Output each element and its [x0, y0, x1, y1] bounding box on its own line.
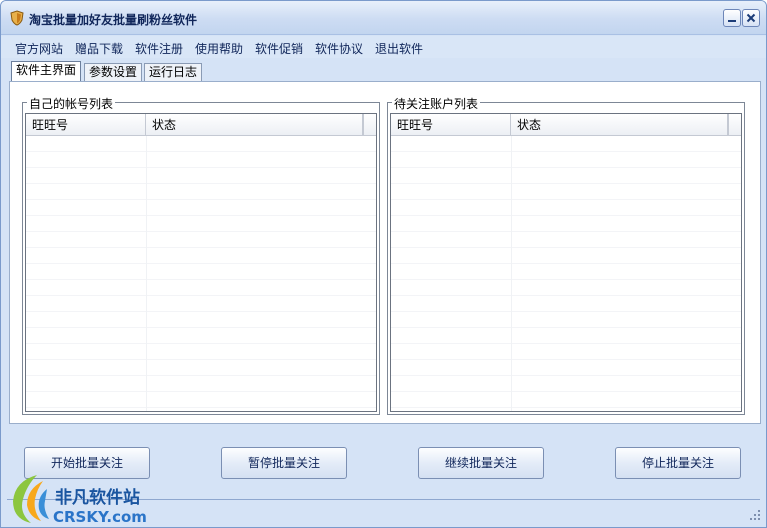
- target-accounts-rows: [391, 136, 741, 411]
- window-title: 淘宝批量加好友批量刷粉丝软件: [29, 13, 198, 27]
- resize-grip-icon[interactable]: [749, 509, 761, 521]
- menu-exit[interactable]: 退出软件: [375, 40, 423, 57]
- own-accounts-group: 自己的帐号列表 旺旺号 状态: [22, 95, 380, 415]
- crsky-logo-icon: [13, 475, 49, 523]
- stop-follow-button[interactable]: 停止批量关注: [615, 447, 741, 479]
- app-window: 淘宝批量加好友批量刷粉丝软件 官方网站 赠品下载 软件注册 使用帮助 软件促销 …: [0, 0, 767, 528]
- minimize-button[interactable]: [723, 9, 741, 27]
- header-filler: [362, 114, 376, 136]
- tab-main[interactable]: 软件主界面: [11, 61, 82, 81]
- column-status[interactable]: 状态: [511, 114, 729, 136]
- menu-register[interactable]: 软件注册: [135, 40, 183, 57]
- tab-strip: 软件主界面 参数设置 运行日志: [1, 61, 766, 81]
- header-filler: [727, 114, 741, 136]
- column-divider: [146, 136, 147, 411]
- watermark-name: 非凡软件站: [55, 488, 140, 508]
- menu-help[interactable]: 使用帮助: [195, 40, 243, 57]
- column-divider: [511, 136, 512, 411]
- target-accounts-list[interactable]: 旺旺号 状态: [390, 113, 742, 412]
- resume-follow-button[interactable]: 继续批量关注: [418, 447, 544, 479]
- watermark-domain: CRSKY.com: [53, 508, 147, 526]
- menu-bar: 官方网站 赠品下载 软件注册 使用帮助 软件促销 软件协议 退出软件: [1, 36, 766, 58]
- close-button[interactable]: [742, 9, 760, 27]
- title-bar[interactable]: 淘宝批量加好友批量刷粉丝软件: [1, 1, 766, 35]
- tab-settings[interactable]: 参数设置: [84, 63, 143, 81]
- pause-follow-button[interactable]: 暂停批量关注: [221, 447, 347, 479]
- minimize-icon: [728, 20, 736, 22]
- target-accounts-header: 旺旺号 状态: [391, 114, 741, 136]
- column-status[interactable]: 状态: [146, 114, 364, 136]
- close-icon: [746, 13, 756, 23]
- own-accounts-list[interactable]: 旺旺号 状态: [25, 113, 377, 412]
- tab-log[interactable]: 运行日志: [144, 63, 203, 81]
- column-wangwang[interactable]: 旺旺号: [26, 114, 146, 136]
- menu-promotion[interactable]: 软件促销: [255, 40, 303, 57]
- main-tab-page: 自己的帐号列表 旺旺号 状态 待关注账户列表 旺旺号 状态: [9, 81, 761, 424]
- own-accounts-rows: [26, 136, 376, 411]
- own-accounts-label: 自己的帐号列表: [27, 95, 116, 112]
- menu-official-site[interactable]: 官方网站: [15, 40, 63, 57]
- own-accounts-header: 旺旺号 状态: [26, 114, 376, 136]
- target-accounts-label: 待关注账户列表: [392, 95, 481, 112]
- column-wangwang[interactable]: 旺旺号: [391, 114, 511, 136]
- menu-gift-download[interactable]: 赠品下载: [75, 40, 123, 57]
- target-accounts-group: 待关注账户列表 旺旺号 状态: [387, 95, 745, 415]
- shield-icon: [10, 10, 24, 26]
- crsky-watermark: 非凡软件站 CRSKY.com: [3, 467, 163, 527]
- menu-agreement[interactable]: 软件协议: [315, 40, 363, 57]
